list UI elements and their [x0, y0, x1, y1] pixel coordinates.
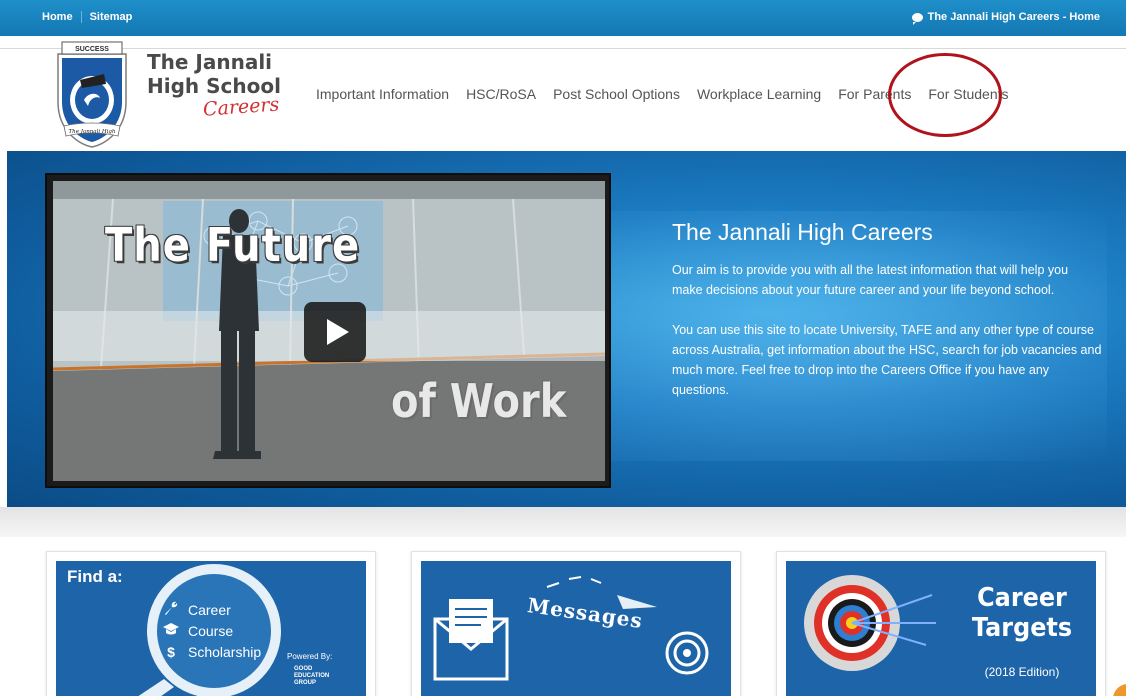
- find-options-list: Career Course $ Scholarship: [160, 599, 261, 662]
- find-career-banner: Find a: Career Course $ Scholarship Powe…: [56, 561, 366, 696]
- graduation-cap-icon: [160, 622, 182, 639]
- provider-line-2: EDUCATION: [294, 673, 330, 679]
- provider-logo: GOOD EDUCATION GROUP: [294, 666, 329, 687]
- video-title-bottom: of Work: [391, 375, 567, 429]
- site-home-link[interactable]: The Jannali High Careers - Home: [911, 11, 1100, 25]
- career-targets-tile[interactable]: Career Targets (2018 Edition): [776, 551, 1106, 696]
- dollar-icon: $: [167, 643, 175, 660]
- hero-banner: The Future of Work The Jannali High Care…: [7, 151, 1126, 507]
- career-targets-title-line1: Career: [977, 583, 1067, 613]
- nav-post-school-options[interactable]: Post School Options: [553, 86, 680, 102]
- speech-bubble-icon: [911, 12, 923, 25]
- provider-line-1: GOOD: [294, 666, 313, 672]
- shield-badge-text: SUCCESS: [75, 46, 109, 53]
- home-link[interactable]: Home: [42, 11, 73, 23]
- hero-paragraph-2: You can use this site to locate Universi…: [672, 323, 1102, 397]
- find-scholarship-option[interactable]: $ Scholarship: [160, 641, 261, 662]
- find-course-label: Course: [188, 622, 234, 639]
- find-course-option[interactable]: Course: [160, 620, 261, 641]
- site-header: SUCCESS The Jannali High The Jannali Hig…: [0, 36, 1126, 151]
- career-targets-edition: (2018 Edition): [984, 665, 1060, 679]
- find-a-label: Find a:: [67, 567, 123, 586]
- section-divider-strip: [0, 507, 1126, 537]
- video-thumbnail: The Future of Work: [53, 181, 605, 481]
- chat-widget-button[interactable]: [1113, 684, 1126, 696]
- envelope-icon: [433, 576, 709, 681]
- nav-important-information[interactable]: Important Information: [316, 86, 449, 102]
- shield-ribbon-text: The Jannali High: [69, 129, 116, 135]
- play-button[interactable]: [304, 302, 366, 362]
- hero-paragraph-1: Our aim is to provide you with all the l…: [672, 263, 1069, 297]
- video-title-top: The Future: [105, 219, 361, 273]
- site-title-line1: The Jannali: [147, 50, 273, 74]
- provider-line-3: GROUP: [294, 680, 317, 686]
- nav-workplace-learning[interactable]: Workplace Learning: [697, 86, 821, 102]
- career-targets-title: Career Targets: [967, 583, 1077, 643]
- powered-by-label: Powered By:: [287, 652, 333, 661]
- hero-text: The Jannali High Careers Our aim is to p…: [672, 219, 1102, 400]
- messages-banner: Messages: [421, 561, 731, 696]
- career-targets-title-line2: Targets: [971, 613, 1073, 643]
- top-utility-bar: Home Sitemap The Jannali High Careers - …: [0, 0, 1126, 36]
- messages-tile[interactable]: Messages: [411, 551, 741, 696]
- wrench-icon: [160, 600, 182, 619]
- site-home-label: The Jannali High Careers - Home: [927, 11, 1100, 23]
- find-career-option[interactable]: Career: [160, 599, 261, 620]
- sitemap-link[interactable]: Sitemap: [90, 11, 133, 23]
- site-title-careers: Careers: [202, 93, 280, 121]
- hero-title: The Jannali High Careers: [672, 219, 933, 245]
- school-shield-logo[interactable]: SUCCESS The Jannali High: [54, 40, 130, 148]
- find-scholarship-label: Scholarship: [188, 643, 262, 660]
- header-divider: [0, 48, 1126, 49]
- divider: [80, 11, 82, 23]
- utility-links: Home Sitemap: [42, 11, 132, 23]
- find-career-label: Career: [188, 601, 231, 618]
- page: Home Sitemap The Jannali High Careers - …: [0, 0, 1126, 696]
- career-targets-banner: Career Targets (2018 Edition): [786, 561, 1096, 696]
- video-player[interactable]: The Future of Work: [45, 173, 611, 488]
- site-title[interactable]: The Jannali High School Careers: [147, 50, 281, 121]
- find-career-tile[interactable]: Find a: Career Course $ Scholarship Powe…: [46, 551, 376, 696]
- red-annotation-circle: [888, 53, 1002, 137]
- nav-hsc-rosa[interactable]: HSC/RoSA: [466, 86, 536, 102]
